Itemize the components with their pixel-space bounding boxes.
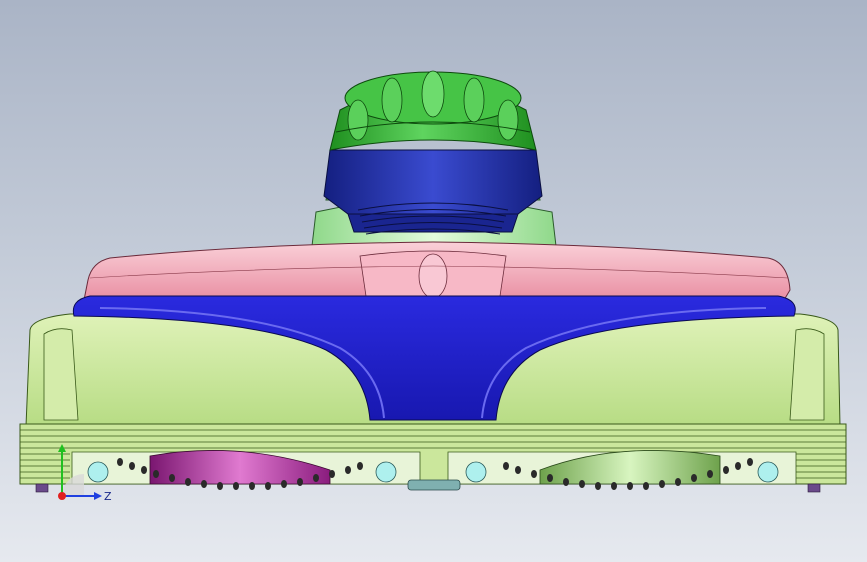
left-wheel-2 [375, 461, 397, 483]
right-foot [807, 483, 821, 493]
left-foot [35, 483, 49, 493]
cap-grip-3 [421, 70, 445, 118]
green-cap[interactable] [329, 70, 537, 151]
cad-viewport[interactable]: Z [0, 0, 867, 562]
cap-grip-1 [347, 99, 369, 141]
cad-model[interactable] [0, 0, 867, 562]
right-brush-cavity[interactable] [447, 450, 797, 485]
coordinate-triad[interactable]: Z [48, 440, 118, 510]
cap-grip-5 [497, 99, 519, 141]
right-wheel-2 [757, 461, 779, 483]
cap-grip-4 [463, 77, 485, 123]
left-brush-cavity[interactable] [71, 450, 421, 485]
z-axis-label: Z [104, 490, 112, 503]
cap-grip-2 [381, 77, 403, 123]
triad-sphere [62, 474, 84, 496]
center-foot [407, 479, 461, 491]
right-wheel-1 [465, 461, 487, 483]
y-axis-arrow [58, 444, 66, 452]
z-axis-arrow [94, 492, 102, 500]
top-shell[interactable] [83, 241, 791, 301]
x-axis-dot [58, 492, 66, 500]
threaded-nut[interactable] [323, 149, 543, 235]
